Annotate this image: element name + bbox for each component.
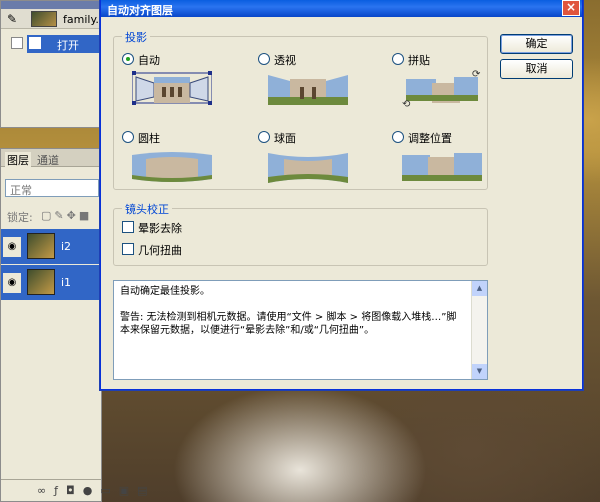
tab-layers[interactable]: 图层 <box>5 152 31 168</box>
auto-align-dialog: 自动对齐图层 × 投影 自动 透视 拼贴 ⟲ ⟳ 圆柱 球面 调整位置 镜头校正… <box>100 0 583 390</box>
history-brush-icon[interactable]: ✎ <box>7 12 17 26</box>
radio-perspective[interactable] <box>258 53 270 65</box>
vignette-label: 晕影去除 <box>138 222 182 235</box>
layer-action-icons[interactable]: ∞ƒ◘●▭▣▤ <box>37 484 156 497</box>
projection-spherical-label: 球面 <box>274 132 296 145</box>
scroll-down-icon[interactable]: ▼ <box>472 364 487 379</box>
lock-icons[interactable]: ▢✎✥■ <box>41 209 92 222</box>
spherical-preview-image <box>268 153 348 183</box>
projection-reposition-label: 调整位置 <box>408 132 452 145</box>
layer-thumbnail <box>27 233 55 259</box>
scroll-up-icon[interactable]: ▲ <box>472 281 487 296</box>
projection-auto-label: 自动 <box>138 54 160 67</box>
collage-preview-image: ⟲⟳ <box>402 69 481 109</box>
dialog-titlebar[interactable]: 自动对齐图层 <box>101 0 582 17</box>
projection-perspective-label: 透视 <box>274 54 296 67</box>
layer-name: i1 <box>61 276 72 289</box>
layer-name: i2 <box>61 240 72 253</box>
blend-mode-select[interactable]: 正常 <box>5 179 99 197</box>
projection-cylindrical-label: 圆柱 <box>138 132 160 145</box>
radio-cylindrical[interactable] <box>122 131 134 143</box>
cylindrical-preview-image <box>132 152 212 182</box>
svg-text:⟳: ⟳ <box>472 69 481 80</box>
projection-collage-label: 拼贴 <box>408 54 430 67</box>
cancel-button[interactable]: 取消 <box>500 59 573 79</box>
history-step-label: 打开 <box>57 39 79 52</box>
history-checkbox[interactable] <box>11 37 23 49</box>
tab-channels[interactable]: 通道 <box>37 152 59 168</box>
lens-correction-group: 镜头校正 晕影去除 几何扭曲 <box>113 201 488 266</box>
svg-text:⟲: ⟲ <box>402 99 411 109</box>
layer-row[interactable]: ◉ i2 <box>1 229 101 265</box>
vignette-checkbox[interactable] <box>122 221 134 233</box>
perspective-preview-image <box>268 75 348 105</box>
ok-button[interactable]: 确定 <box>500 34 573 54</box>
radio-collage[interactable] <box>392 53 404 65</box>
auto-preview-image <box>132 71 212 105</box>
distortion-checkbox[interactable] <box>122 243 134 255</box>
close-button[interactable]: × <box>562 0 580 16</box>
history-open-step[interactable]: 打开 <box>11 35 103 53</box>
projection-legend: 投影 <box>122 29 150 45</box>
radio-spherical[interactable] <box>258 131 270 143</box>
description-warning: 警告: 无法检测到相机元数据。请使用“文件 > 脚本 > 将图像载入堆栈…”脚本… <box>120 312 457 336</box>
lens-legend: 镜头校正 <box>122 201 172 217</box>
radio-auto[interactable] <box>122 53 134 65</box>
history-snapshot-row[interactable]: ✎ family.tif <box>1 9 110 29</box>
layer-row[interactable]: ◉ i1 <box>1 265 101 301</box>
description-text: 自动确定最佳投影。 警告: 无法检测到相机元数据。请使用“文件 > 脚本 > 将… <box>120 285 465 350</box>
lock-label: 锁定: <box>7 211 33 224</box>
history-state-icon <box>29 37 41 49</box>
description-box: 自动确定最佳投影。 警告: 无法检测到相机元数据。请使用“文件 > 脚本 > 将… <box>113 280 488 380</box>
layer-thumbnail <box>27 269 55 295</box>
eye-icon[interactable]: ◉ <box>3 237 21 257</box>
history-panel: ✎ family.tif 打开 <box>0 0 110 128</box>
snapshot-thumbnail <box>31 11 57 27</box>
reposition-preview-image <box>402 153 482 181</box>
description-line-1: 自动确定最佳投影。 <box>120 286 210 297</box>
layers-footer: ∞ƒ◘●▭▣▤ <box>1 479 148 501</box>
projection-group: 投影 自动 透视 拼贴 ⟲ ⟳ 圆柱 球面 调整位置 <box>113 29 488 190</box>
dialog-title: 自动对齐图层 <box>107 4 173 17</box>
radio-reposition[interactable] <box>392 131 404 143</box>
layers-panel: 图层 通道 正常 锁定: ▢✎✥■ ◉ i2 ◉ i1 ∞ƒ◘●▭▣▤ <box>0 148 148 502</box>
layers-tabbar: 图层 通道 <box>1 149 101 168</box>
distortion-label: 几何扭曲 <box>138 244 182 257</box>
description-scrollbar[interactable]: ▲ ▼ <box>471 281 487 379</box>
eye-icon[interactable]: ◉ <box>3 273 21 293</box>
